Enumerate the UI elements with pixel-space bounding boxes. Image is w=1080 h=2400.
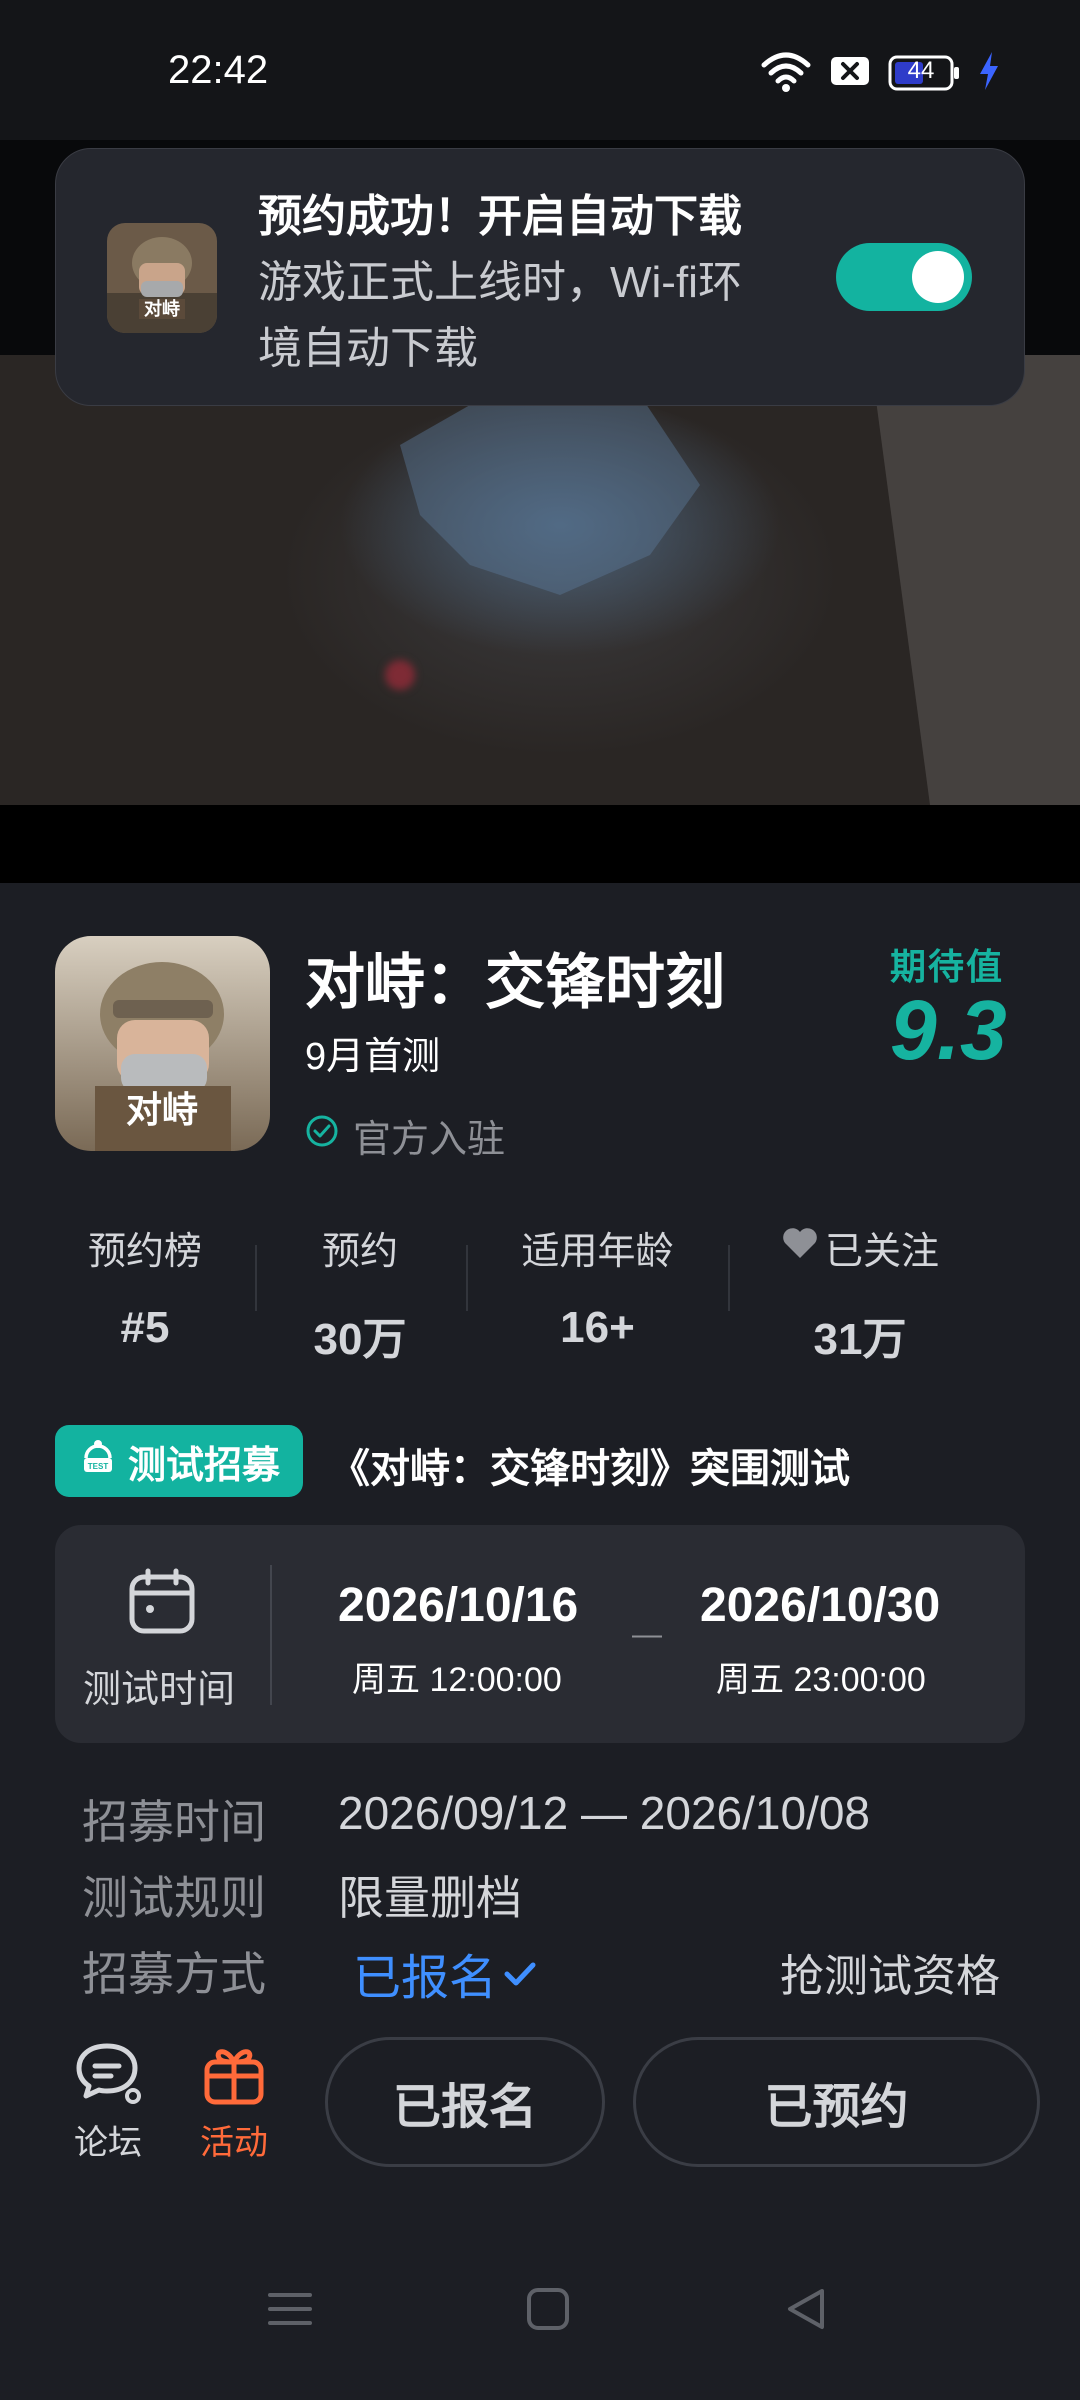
- official-badge: 官方入驻: [305, 1108, 505, 1163]
- svg-text:TEST: TEST: [88, 1462, 109, 1471]
- recruit-time-label: 招募时间: [82, 1796, 266, 1848]
- toast-description: 游戏正式上线时，Wi-fi环境自动下载: [258, 258, 742, 373]
- stat-divider: [728, 1245, 730, 1311]
- stat-value: 31万: [813, 1315, 907, 1364]
- test-rules-label: 测试规则: [82, 1872, 266, 1924]
- video-bottom-bar: [0, 805, 1080, 883]
- test-time-label: 测试时间: [83, 1669, 236, 1711]
- verified-check-icon: [305, 1114, 339, 1158]
- registered-label: 已报名: [353, 1952, 498, 2005]
- test-rules-value: 限量删档: [338, 1872, 522, 1924]
- stat-value: 16+: [560, 1303, 635, 1352]
- start-date: 2026/10/16: [338, 1579, 579, 1632]
- expectation-value: 9.3: [890, 983, 1007, 1077]
- stat-label: 已关注: [824, 1231, 939, 1273]
- forum-icon: [62, 2040, 154, 2115]
- test-icon: TEST: [78, 1436, 118, 1486]
- start-weekday-time: 周五 12:00:00: [352, 1661, 562, 1699]
- stat-divider: [466, 1245, 468, 1311]
- wifi-icon: [760, 49, 812, 98]
- registered-button[interactable]: 已报名: [325, 2037, 605, 2167]
- activity-button[interactable]: 活动: [188, 2040, 280, 2164]
- stat-value: #5: [120, 1303, 170, 1352]
- forum-button[interactable]: 论坛: [62, 2040, 154, 2164]
- grab-test-qualification-link[interactable]: 抢测试资格: [780, 1940, 1000, 2004]
- status-time: 22:42: [168, 48, 269, 92]
- stat-age-rating[interactable]: 适用年龄 16+: [490, 1220, 705, 1353]
- game-icon-text: 对峙: [126, 1089, 198, 1130]
- game-video[interactable]: [0, 355, 1080, 805]
- recruit-method-status: 已报名: [353, 1938, 537, 2008]
- home-icon[interactable]: [524, 2285, 572, 2338]
- game-title: 对峙：交锋时刻: [305, 949, 725, 1016]
- stat-label: 适用年龄: [521, 1231, 674, 1273]
- badge-label: 测试招募: [127, 1444, 280, 1487]
- charging-icon: [978, 51, 1000, 95]
- back-icon[interactable]: [782, 2285, 830, 2338]
- video-frame: [400, 355, 1080, 805]
- heart-icon: [781, 1226, 819, 1270]
- calendar-icon: [128, 1567, 196, 1640]
- sim-off-icon: [830, 54, 870, 93]
- end-weekday-time: 周五 23:00:00: [716, 1661, 926, 1699]
- checkmark-icon: [503, 1946, 537, 2001]
- toggle-knob: [912, 251, 964, 303]
- activity-label: 活动: [200, 2124, 268, 2162]
- status-icons: 44: [760, 50, 1000, 96]
- forum-label: 论坛: [74, 2124, 142, 2162]
- battery-level: 44: [907, 57, 935, 84]
- recruit-method-label: 招募方式: [82, 1948, 266, 2000]
- date-separator: —: [632, 1618, 662, 1651]
- end-date: 2026/10/30: [700, 1579, 941, 1632]
- stat-reservations: 预约 30万: [275, 1220, 445, 1367]
- stat-followers[interactable]: 已关注 31万: [755, 1220, 965, 1367]
- stat-reservation-rank[interactable]: 预约榜 #5: [60, 1220, 230, 1353]
- game-subtitle: 9月首测: [305, 1036, 441, 1078]
- menu-icon[interactable]: [266, 2285, 314, 2338]
- gift-icon: [188, 2040, 280, 2115]
- toast-game-icon: 对峙: [107, 223, 217, 333]
- test-recruit-badge: TEST 测试招募: [55, 1425, 303, 1497]
- game-icon: 对峙: [55, 936, 270, 1151]
- recruit-time-value: 2026/09/12 — 2026/10/08: [338, 1787, 871, 1839]
- stat-value: 30万: [313, 1315, 407, 1364]
- official-label: 官方入驻: [353, 1119, 506, 1161]
- recruit-title: 《对峙：交锋时刻》突围测试: [330, 1447, 850, 1491]
- stat-label: 预约榜: [87, 1231, 202, 1273]
- auto-download-toggle[interactable]: [836, 243, 972, 311]
- toast-title: 预约成功！开启自动下载: [258, 192, 742, 241]
- stat-label: 预约: [321, 1231, 398, 1273]
- stat-divider: [255, 1245, 257, 1311]
- battery-icon: 44: [888, 55, 960, 91]
- reserved-button[interactable]: 已预约: [633, 2037, 1040, 2167]
- toast-icon-text: 对峙: [144, 298, 180, 319]
- video-detail: [385, 660, 415, 690]
- card-divider: [270, 1565, 272, 1705]
